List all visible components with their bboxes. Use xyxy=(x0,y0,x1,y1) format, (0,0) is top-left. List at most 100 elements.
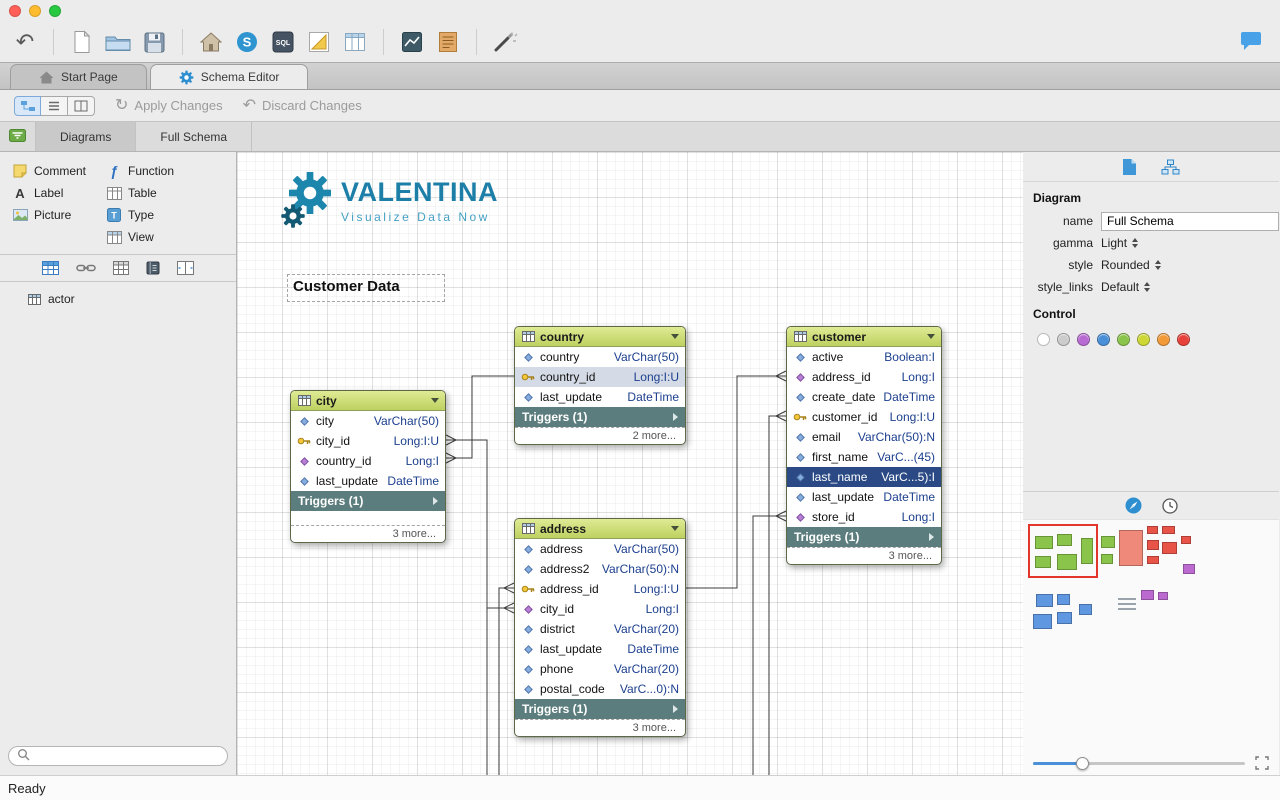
seg-diagram-button[interactable] xyxy=(14,95,41,116)
sidebar-tab-diagrams[interactable]: Diagrams xyxy=(35,122,137,151)
field-row-phone[interactable]: phone VarChar(20) xyxy=(515,659,685,679)
field-row-customer_id[interactable]: customer_id Long:I:U xyxy=(787,407,941,427)
clock-icon[interactable] xyxy=(1161,497,1178,514)
property-select-style[interactable]: Rounded xyxy=(1101,258,1161,272)
field-row-city_id[interactable]: city_id Long:I:U xyxy=(291,431,445,451)
entity-table-address[interactable]: address address VarChar(50) address2 VarChar… xyxy=(514,518,686,737)
field-row-last_update[interactable]: last_update DateTime xyxy=(291,471,445,491)
control-color-4[interactable] xyxy=(1117,333,1130,346)
sql-icon[interactable]: SQL xyxy=(270,27,296,57)
field-row-district[interactable]: district VarChar(20) xyxy=(515,619,685,639)
chevron-down-icon[interactable] xyxy=(671,334,679,339)
field-row-address_id[interactable]: address_id Long:I xyxy=(787,367,941,387)
panel-schema-icon[interactable] xyxy=(1161,159,1180,175)
close-window-button[interactable] xyxy=(9,5,21,17)
table-header-city[interactable]: city xyxy=(291,391,445,411)
seg-columns-button[interactable] xyxy=(68,95,95,116)
triggers-row[interactable]: Triggers (1) xyxy=(787,527,941,547)
undo-icon[interactable]: ↶ xyxy=(12,27,38,57)
view-options-button[interactable] xyxy=(0,122,35,151)
zoom-fit-button[interactable] xyxy=(1255,756,1269,770)
open-folder-icon[interactable] xyxy=(105,27,131,57)
tab-start-page[interactable]: Start Page xyxy=(10,64,147,89)
sidebar-tab-full-schema[interactable]: Full Schema xyxy=(136,122,253,151)
field-row-create_date[interactable]: create_date DateTime xyxy=(787,387,941,407)
feedback-chat-button[interactable] xyxy=(1238,28,1264,58)
field-row-last_update[interactable]: last_update DateTime xyxy=(515,387,685,407)
new-document-icon[interactable] xyxy=(69,27,95,57)
minimap-viewport[interactable] xyxy=(1028,524,1098,578)
discard-changes-button[interactable]: ↶ Discard Changes xyxy=(243,97,362,114)
chevron-down-icon[interactable] xyxy=(671,526,679,531)
field-row-country_id[interactable]: country_id Long:I:U xyxy=(515,367,685,387)
wand-icon[interactable] xyxy=(492,27,518,57)
field-row-store_id[interactable]: store_id Long:I xyxy=(787,507,941,527)
sidebar-search-input[interactable] xyxy=(35,749,219,763)
field-row-country[interactable]: country VarChar(50) xyxy=(515,347,685,367)
more-fields-row[interactable]: 3 more... xyxy=(291,525,445,542)
field-row-address[interactable]: address VarChar(50) xyxy=(515,539,685,559)
minimize-window-button[interactable] xyxy=(29,5,41,17)
property-select-style_links[interactable]: Default xyxy=(1101,280,1151,294)
more-fields-row[interactable]: 3 more... xyxy=(787,547,941,564)
field-row-postal_code[interactable]: postal_code VarC...0):N xyxy=(515,679,685,699)
control-color-3[interactable] xyxy=(1097,333,1110,346)
control-color-5[interactable] xyxy=(1137,333,1150,346)
control-color-0[interactable] xyxy=(1037,333,1050,346)
diagram-canvas[interactable]: VALENTINA Visualize Data Now Customer Da… xyxy=(237,152,1023,775)
minimap[interactable] xyxy=(1023,519,1279,751)
columns-icon[interactable] xyxy=(177,261,194,275)
field-row-city_id[interactable]: city_id Long:I xyxy=(515,599,685,619)
chevron-down-icon[interactable] xyxy=(927,334,935,339)
field-row-last_update[interactable]: last_update DateTime xyxy=(515,639,685,659)
table-grid-icon[interactable] xyxy=(42,261,59,275)
field-row-country_id[interactable]: country_id Long:I xyxy=(291,451,445,471)
palette-item-type[interactable]: T Type xyxy=(106,207,174,223)
control-color-2[interactable] xyxy=(1077,333,1090,346)
field-row-active[interactable]: active Boolean:I xyxy=(787,347,941,367)
table-header-customer[interactable]: customer xyxy=(787,327,941,347)
field-row-address2[interactable]: address2 VarChar(50):N xyxy=(515,559,685,579)
entity-table-city[interactable]: city city VarChar(50) city_id Long:I:U countr… xyxy=(290,390,446,543)
palette-item-table[interactable]: Table xyxy=(106,185,174,201)
tree-item-actor[interactable]: actor xyxy=(0,288,236,310)
triggers-row[interactable]: Triggers (1) xyxy=(515,407,685,427)
chart-doc-icon[interactable] xyxy=(399,27,425,57)
home-icon[interactable] xyxy=(198,27,224,57)
property-select-gamma[interactable]: Light xyxy=(1101,236,1139,250)
apply-changes-button[interactable]: ↻ Apply Changes xyxy=(115,97,223,114)
more-fields-row[interactable]: 3 more... xyxy=(515,719,685,736)
field-row-first_name[interactable]: first_name VarC...(45) xyxy=(787,447,941,467)
field-row-last_update[interactable]: last_update DateTime xyxy=(787,487,941,507)
report-doc-icon[interactable] xyxy=(435,27,461,57)
palette-item-view[interactable]: View xyxy=(106,229,174,245)
zoom-slider-knob[interactable] xyxy=(1075,756,1089,770)
table-header-address[interactable]: address xyxy=(515,519,685,539)
panel-doc-icon[interactable] xyxy=(1122,158,1137,176)
palette-item-picture[interactable]: Picture xyxy=(12,207,106,223)
grid-icon[interactable] xyxy=(113,261,129,275)
sidebar-search[interactable] xyxy=(8,746,228,766)
table-doc-icon[interactable] xyxy=(342,27,368,57)
chevron-down-icon[interactable] xyxy=(431,398,439,403)
compass-icon[interactable] xyxy=(1125,497,1142,514)
field-row-email[interactable]: email VarChar(50):N xyxy=(787,427,941,447)
control-color-1[interactable] xyxy=(1057,333,1070,346)
triggers-row[interactable]: Triggers (1) xyxy=(291,491,445,511)
palette-item-comment[interactable]: Comment xyxy=(12,163,106,179)
zoom-window-button[interactable] xyxy=(49,5,61,17)
table-header-country[interactable]: country xyxy=(515,327,685,347)
link-icon[interactable] xyxy=(76,263,96,273)
more-fields-row[interactable]: 2 more... xyxy=(515,427,685,444)
database-icon[interactable]: S xyxy=(234,27,260,57)
property-input-name[interactable] xyxy=(1101,211,1279,231)
control-color-6[interactable] xyxy=(1157,333,1170,346)
palette-item-label[interactable]: A Label xyxy=(12,185,106,201)
seg-list-button[interactable] xyxy=(41,95,68,116)
triggers-row[interactable]: Triggers (1) xyxy=(515,699,685,719)
entity-table-country[interactable]: country country VarChar(50) country_id Long:… xyxy=(514,326,686,445)
tab-schema-editor[interactable]: Schema Editor xyxy=(149,64,309,89)
entity-table-customer[interactable]: customer active Boolean:I address_id Long:I c… xyxy=(786,326,942,565)
palette-item-function[interactable]: ƒ Function xyxy=(106,163,174,179)
save-icon[interactable] xyxy=(141,27,167,57)
